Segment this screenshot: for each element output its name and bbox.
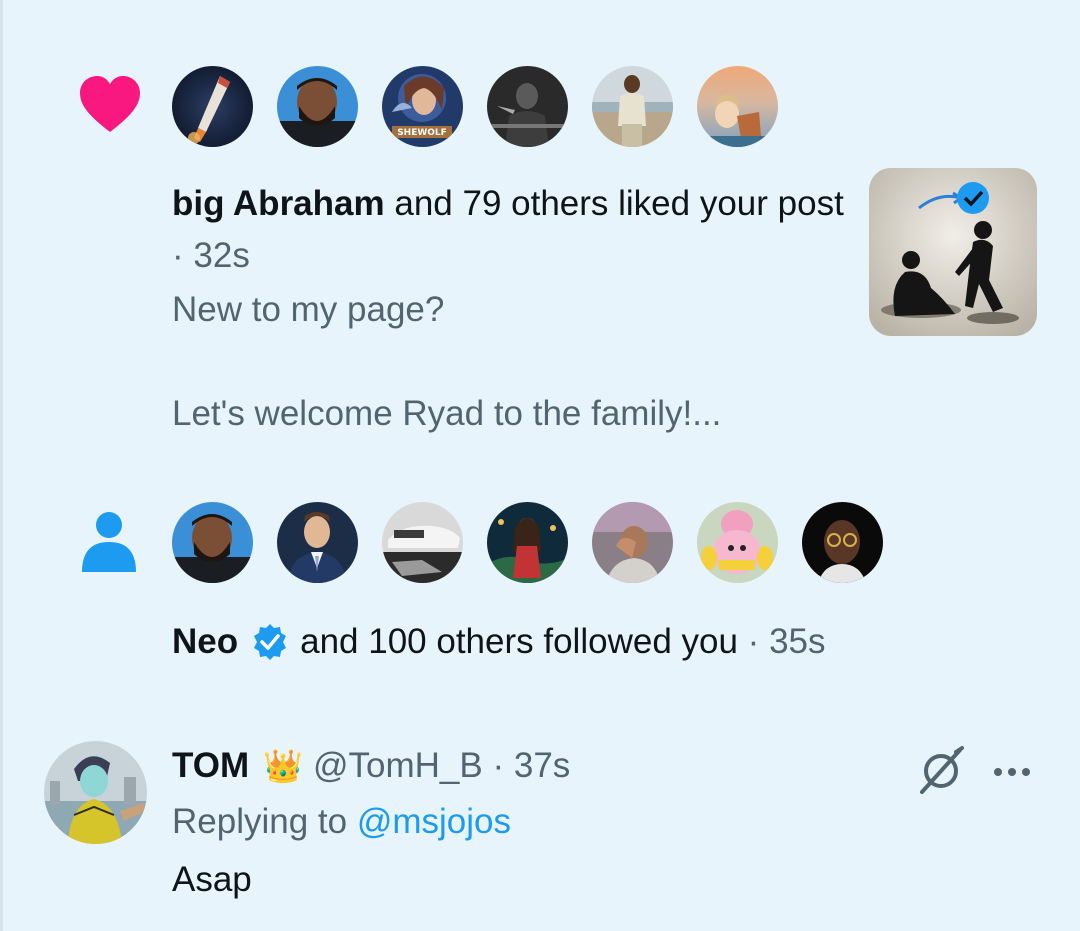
liker-avatars: SHEWOLF (172, 66, 778, 147)
glasses-man-avatar[interactable] (802, 502, 883, 583)
like-notification[interactable]: SHEWOLF big Abraham and 79 others liked … (0, 0, 1080, 470)
shewolf-label: SHEWOLF (397, 128, 447, 138)
notifications-feed: SHEWOLF big Abraham and 79 others liked … (0, 0, 1080, 931)
timestamp: 37s (513, 746, 571, 785)
beach-man-avatar[interactable] (592, 66, 673, 147)
more-options-icon[interactable] (990, 750, 1034, 794)
follow-summary: Neo and 100 others followed you · 35s (172, 616, 826, 668)
man-beard-avatar[interactable] (277, 66, 358, 147)
time-separator: · (172, 236, 184, 275)
person-icon (82, 512, 136, 572)
rocket-avatar[interactable] (172, 66, 253, 147)
preview-line: Let's welcome Ryad to the family!... (172, 394, 722, 433)
heart-icon (80, 76, 140, 132)
time-separator: · (747, 622, 760, 661)
verified-badge-icon (957, 182, 989, 214)
avatar[interactable] (44, 741, 147, 844)
like-summary: big Abraham and 79 others liked your pos… (172, 178, 852, 282)
man-beard-avatar[interactable] (172, 502, 253, 583)
action-text: and 100 others followed you (300, 622, 738, 661)
action-text: and 79 others liked your post (394, 184, 844, 223)
post-thumbnail[interactable] (869, 168, 1037, 336)
mention-link[interactable]: @msjojos (357, 802, 511, 841)
toy-avatar[interactable] (697, 502, 778, 583)
time-separator: · (492, 746, 505, 785)
woman-avatar[interactable] (487, 502, 568, 583)
suit-man-avatar[interactable] (277, 502, 358, 583)
sunset-avatar[interactable] (697, 66, 778, 147)
shewolf-avatar[interactable]: SHEWOLF (382, 66, 463, 147)
verified-badge-icon (250, 622, 290, 662)
actor-name[interactable]: big Abraham (172, 184, 385, 223)
replying-to: Replying to @msjojos (172, 796, 511, 848)
man-hand-avatar[interactable] (592, 502, 673, 583)
user-handle[interactable]: @TomH_B (313, 740, 483, 792)
tweet-header: TOM 👑 @TomH_B · 37s (172, 740, 570, 792)
timestamp: 35s (769, 622, 826, 661)
crown-icon: 👑 (263, 748, 303, 784)
reply-tweet[interactable]: TOM 👑 @TomH_B · 37s Replying to @msjojos… (0, 720, 1080, 931)
post-preview[interactable]: New to my page? Let's welcome Ryad to th… (172, 284, 852, 440)
display-name[interactable]: TOM (172, 740, 249, 792)
car-avatar[interactable] (382, 502, 463, 583)
follower-avatars (172, 502, 883, 583)
replying-prefix: Replying to (172, 802, 348, 841)
preview-line: New to my page? (172, 290, 445, 329)
timestamp: 32s (193, 236, 250, 275)
boy-bw-avatar[interactable] (487, 66, 568, 147)
actor-name[interactable]: Neo (172, 616, 238, 668)
tweet-text: Asap (172, 860, 252, 899)
grok-icon[interactable] (916, 746, 966, 796)
